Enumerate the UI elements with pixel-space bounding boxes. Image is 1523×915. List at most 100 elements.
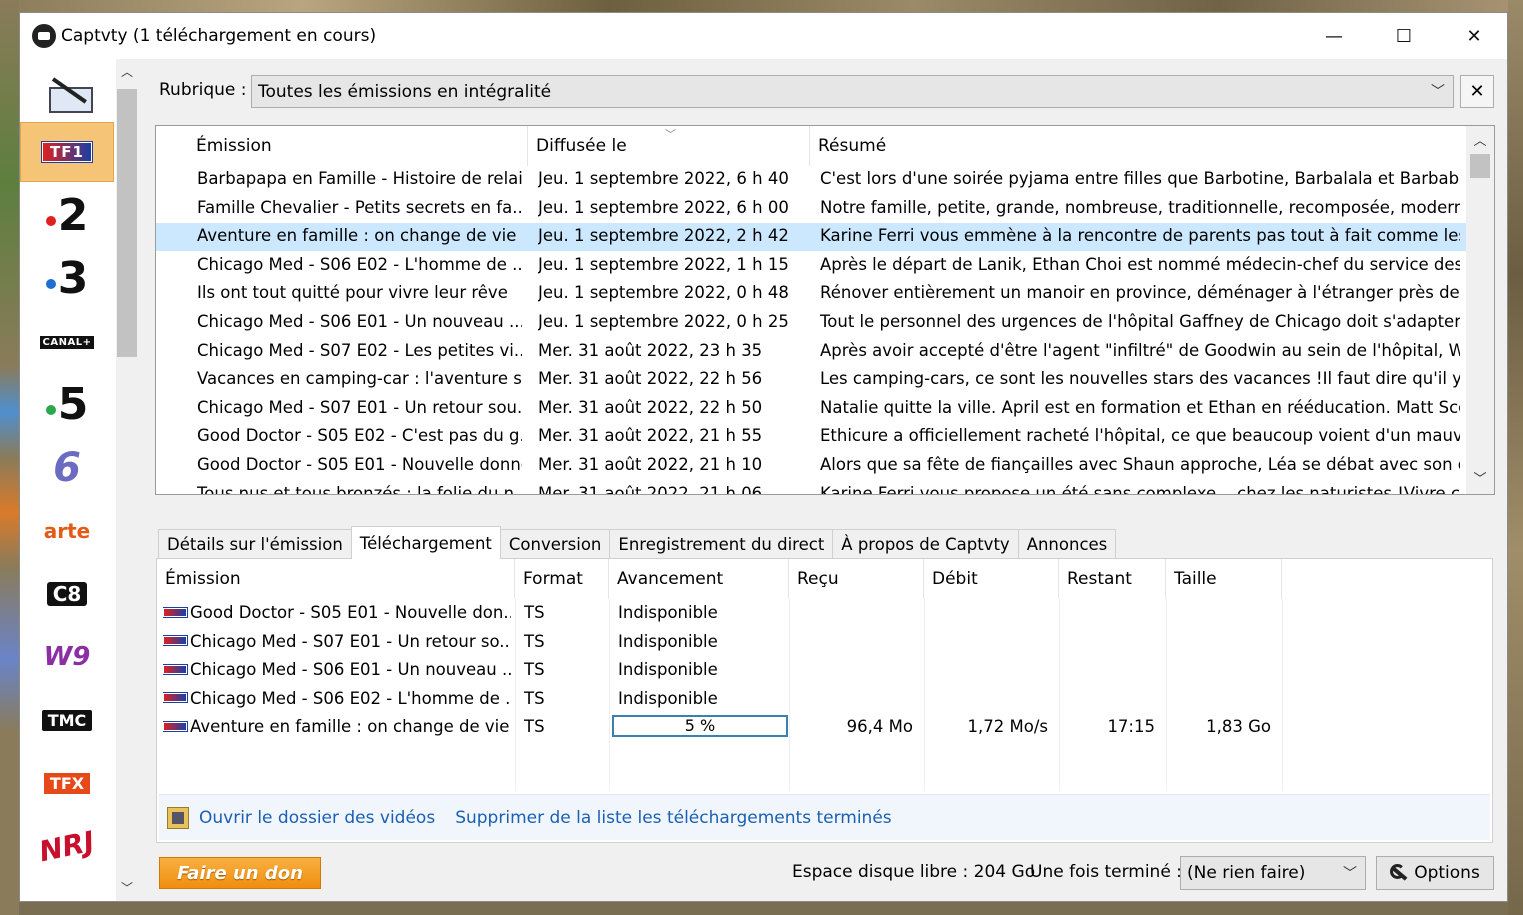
- list-item[interactable]: Chicago Med - S07 E02 - Les petites vi..…: [156, 338, 1466, 366]
- dl-col-restant[interactable]: Restant: [1059, 559, 1166, 599]
- list-item[interactable]: Chicago Med - S07 E01 - Un retour sou...…: [156, 395, 1466, 423]
- chevron-down-icon: ﹀: [1343, 866, 1357, 882]
- emissions-list[interactable]: Émission Diffusée le ﹀ Résumé Barbapapa …: [155, 125, 1495, 495]
- channel-arte[interactable]: arte: [20, 501, 114, 561]
- scroll-down-icon[interactable]: ﹀: [1466, 468, 1494, 487]
- channel-france5[interactable]: 5: [20, 375, 114, 435]
- channel-search-wand[interactable]: [20, 61, 114, 121]
- dl-col-format[interactable]: Format: [515, 559, 609, 599]
- downloads-table[interactable]: Émission Format Avancement Reçu Débit Re…: [157, 559, 1492, 791]
- dl-restant-cell: 17:15: [1107, 717, 1155, 737]
- tf1-icon: [163, 606, 188, 618]
- resume-cell: Tout le personnel des urgences de l'hôpi…: [820, 312, 1460, 331]
- tab-conversion[interactable]: Conversion: [499, 529, 611, 559]
- tf1-icon: [163, 692, 188, 704]
- emission-cell: Vacances en camping-car : l'aventure s..…: [197, 369, 522, 389]
- list-scroll-thumb[interactable]: [1470, 154, 1490, 178]
- tab-enregistrement[interactable]: Enregistrement du direct: [609, 529, 834, 559]
- list-item[interactable]: Aventure en famille : on change de vie !…: [156, 223, 1466, 252]
- dl-col-recu[interactable]: Reçu: [789, 559, 924, 599]
- dl-avancement-cell: Indisponible: [618, 660, 718, 680]
- date-cell: Jeu. 1 septembre 2022, 2 h 42: [538, 226, 789, 246]
- list-item[interactable]: Ils ont tout quitté pour vivre leur rêve…: [156, 280, 1466, 308]
- dl-recu-cell: 96,4 Mo: [846, 717, 913, 737]
- tab-a-propos[interactable]: À propos de Captvty: [832, 529, 1019, 559]
- emission-cell: Ils ont tout quitté pour vivre leur rêve: [197, 283, 508, 303]
- channel-tf1[interactable]: TF1: [20, 122, 114, 182]
- close-button[interactable]: ✕: [1439, 13, 1507, 59]
- list-item[interactable]: Chicago Med - S06 E02 - L'homme de ... Je…: [156, 252, 1466, 280]
- table-row[interactable]: Chicago Med - S07 E01 - Un retour so... T…: [157, 628, 1492, 657]
- rubrique-select[interactable]: Toutes les émissions en intégralité ﹀: [251, 75, 1454, 108]
- scroll-up-icon[interactable]: ︿: [116, 63, 138, 80]
- clear-finished-link[interactable]: Supprimer de la liste les téléchargement…: [455, 808, 891, 828]
- france5-logo: 5: [45, 383, 88, 427]
- tab-annonces[interactable]: Annonces: [1017, 529, 1117, 559]
- list-item[interactable]: Good Doctor - S05 E02 - C'est pas du g..…: [156, 423, 1466, 451]
- table-row[interactable]: Good Doctor - S05 E01 - Nouvelle don... T…: [157, 599, 1492, 628]
- dl-col-debit[interactable]: Débit: [924, 559, 1059, 599]
- rubrique-clear-button[interactable]: ✕: [1460, 75, 1494, 108]
- table-row[interactable]: Chicago Med - S06 E01 - Un nouveau ... TS…: [157, 656, 1492, 685]
- dl-emission-cell: Aventure en famille : on change de vie !: [163, 717, 511, 736]
- channel-france3[interactable]: 3: [20, 249, 114, 309]
- list-item[interactable]: Good Doctor - S05 E01 - Nouvelle donne Me…: [156, 452, 1466, 480]
- tab-details[interactable]: Détails sur l'émission: [158, 529, 352, 559]
- channel-tfx[interactable]: TFX: [20, 753, 114, 813]
- channel-c8[interactable]: C8: [20, 564, 114, 624]
- channel-m6[interactable]: 6: [20, 438, 114, 498]
- scroll-up-icon[interactable]: ︿: [1466, 130, 1494, 149]
- channel-france2[interactable]: 2: [20, 186, 114, 246]
- channel-canal-plus[interactable]: CANAL+: [20, 312, 114, 372]
- maximize-button[interactable]: ☐: [1369, 13, 1439, 59]
- m6-logo: 6: [53, 445, 81, 491]
- channel-w9[interactable]: W9: [20, 627, 114, 687]
- downloads-actions-bar: Ouvrir le dossier des vidéos Supprimer d…: [159, 794, 1490, 840]
- channel-tmc[interactable]: TMC: [20, 690, 114, 750]
- list-item[interactable]: Chicago Med - S06 E01 - Un nouveau ... Je…: [156, 309, 1466, 337]
- dl-col-avancement[interactable]: Avancement: [609, 559, 789, 599]
- download-progress-bar: 5 %: [612, 715, 788, 738]
- emission-cell: Chicago Med - S06 E01 - Un nouveau ...: [197, 312, 522, 331]
- list-scrollbar[interactable]: ︿ ﹀: [1466, 126, 1494, 494]
- dl-emission-text: Aventure en famille : on change de vie !: [190, 717, 511, 737]
- date-cell: Jeu. 1 septembre 2022, 0 h 48: [538, 283, 789, 303]
- minimize-button[interactable]: —: [1299, 13, 1369, 59]
- col-header-emission[interactable]: Émission: [188, 126, 528, 166]
- video-folder-icon: [167, 806, 189, 829]
- tab-telechargement[interactable]: Téléchargement: [350, 526, 501, 559]
- dl-col-taille[interactable]: Taille: [1166, 559, 1282, 599]
- dl-taille-cell: 1,83 Go: [1206, 717, 1271, 737]
- tf1-icon: [163, 635, 188, 647]
- dl-emission-cell: Chicago Med - S06 E01 - Un nouveau ...: [163, 660, 511, 679]
- when-done-value: (Ne rien faire): [1187, 863, 1306, 883]
- dl-emission-text: Chicago Med - S07 E01 - Un retour so...: [190, 631, 511, 651]
- options-button[interactable]: Options: [1376, 856, 1494, 890]
- chevron-down-icon: ﹀: [1431, 84, 1445, 100]
- arte-logo: arte: [43, 519, 91, 543]
- list-item[interactable]: Famille Chevalier - Petits secrets en fa…: [156, 195, 1466, 223]
- table-row[interactable]: Aventure en famille : on change de vie !…: [157, 713, 1492, 742]
- sidebar-scroll-thumb[interactable]: [117, 89, 137, 357]
- emission-cell: Famille Chevalier - Petits secrets en fa…: [197, 197, 522, 217]
- list-item[interactable]: Tous nus et tous bronzés : la folie du n…: [156, 481, 1466, 494]
- when-done-select[interactable]: (Ne rien faire) ﹀: [1180, 856, 1366, 890]
- dl-col-emission[interactable]: Émission: [157, 559, 515, 599]
- col-header-resume[interactable]: Résumé: [810, 126, 1466, 166]
- tf1-logo: TF1: [41, 141, 93, 163]
- sidebar-scrollbar[interactable]: ︿ ﹀: [116, 59, 138, 901]
- title-bar[interactable]: Captvty (1 téléchargement en cours) — ☐ …: [20, 13, 1507, 59]
- resume-cell: Alors que sa fête de fiançailles avec Sh…: [820, 455, 1460, 474]
- dl-format-cell: TS: [524, 631, 545, 651]
- table-row[interactable]: Chicago Med - S06 E02 - L'homme de ... TS…: [157, 685, 1492, 714]
- donate-button[interactable]: Faire un don: [159, 857, 321, 889]
- dl-format-cell: TS: [524, 603, 545, 622]
- tab-bar: Détails sur l'émission Téléchargement Co…: [158, 526, 1117, 559]
- channel-nrj12[interactable]: NRJ: [20, 816, 114, 876]
- list-item[interactable]: Vacances en camping-car : l'aventure s..…: [156, 366, 1466, 394]
- scroll-down-icon[interactable]: ﹀: [116, 879, 138, 896]
- list-item[interactable]: Barbapapa en Famille - Histoire de relai…: [156, 166, 1466, 194]
- open-folder-link[interactable]: Ouvrir le dossier des vidéos: [199, 808, 435, 828]
- resume-cell: Karine Ferri vous emmène à la rencontre …: [820, 226, 1460, 246]
- dl-emission-text: Chicago Med - S06 E02 - L'homme de ...: [190, 688, 511, 708]
